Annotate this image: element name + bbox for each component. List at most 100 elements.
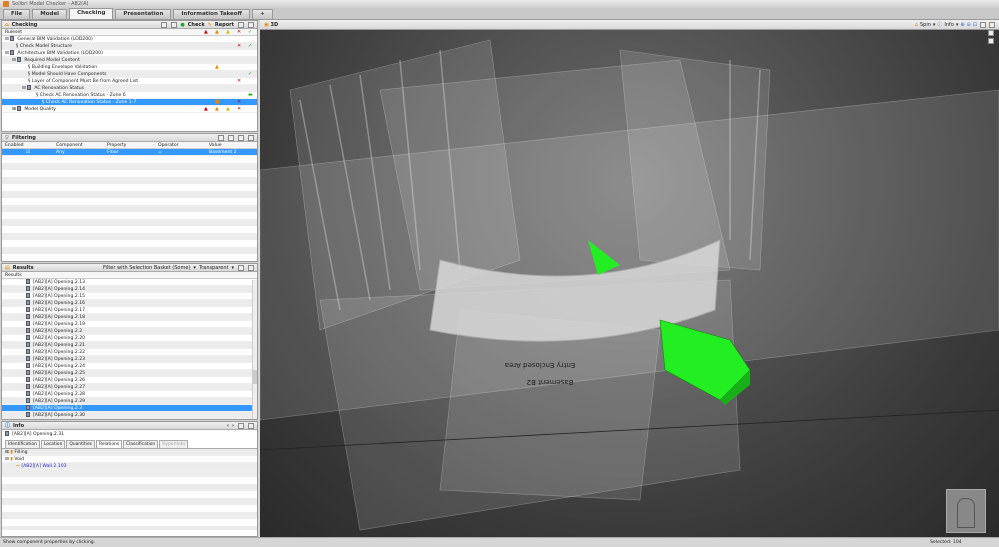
result-item[interactable]: [AB2][A] Opening.2.22 — [2, 349, 257, 356]
result-item[interactable]: [AB2][A] Opening.2.19 — [2, 321, 257, 328]
result-item[interactable]: [AB2][A] Opening.2.25 — [2, 370, 257, 377]
result-item[interactable]: [AB2][A] Opening.2.14 — [2, 286, 257, 293]
zoom-out-icon[interactable]: ⊖ — [967, 22, 971, 28]
component-icon — [26, 335, 30, 340]
maximize-icon[interactable] — [989, 21, 995, 28]
tab-model[interactable]: Model — [32, 9, 68, 19]
tab-identification[interactable]: Identification — [5, 440, 40, 448]
result-item[interactable]: [AB2][A] Opening.2.28 — [2, 391, 257, 398]
check-icon[interactable]: ● — [180, 22, 184, 28]
report-icon: ✎ — [207, 21, 212, 28]
result-item[interactable]: [AB2][A] Opening.2.24 — [2, 363, 257, 370]
ruleset-row[interactable]: ⊞ Model Quality ▲ ▲ ▲ ✕ — [2, 106, 257, 113]
minimize-icon[interactable] — [980, 21, 986, 28]
ruleset-row[interactable]: ⊟ Required Model Content — [2, 57, 257, 64]
3d-viewport[interactable]: Entry Enclosed Area Basement B2 — [259, 30, 999, 537]
maximize-icon[interactable] — [248, 422, 254, 429]
result-item[interactable]: [AB2][A] Opening.2.16 — [2, 300, 257, 307]
component-icon — [26, 391, 30, 396]
info-dropdown[interactable]: Info — [944, 22, 953, 28]
component-icon — [26, 342, 30, 347]
result-item[interactable]: [AB2][A] Opening.2.3 — [2, 405, 257, 412]
ruleset-row[interactable]: § Check AC Renovation Status - Zone 6 ▬ — [2, 92, 257, 99]
spin-dropdown[interactable]: Spin — [920, 22, 931, 28]
ruleset-row[interactable]: ⊟ Architecture BIM Validation (LOD200) — [2, 50, 257, 57]
tab-presentation[interactable]: Presentation — [115, 9, 172, 19]
enabled-checkbox[interactable]: ☑ — [26, 149, 30, 156]
filter-dropdown[interactable]: Filter with Selection Basket (Some) — [103, 265, 190, 271]
result-item[interactable]: [AB2][A] Opening.2.13 — [2, 279, 257, 286]
info-icon: ⓘ — [937, 22, 943, 28]
checking-icon: ⌂ — [5, 21, 9, 28]
save-icon[interactable] — [171, 21, 178, 28]
ruleset-row-selected[interactable]: § Check AC Renovation Status - Zone 1-7 ■… — [2, 99, 257, 106]
relation-void[interactable]: ⊟ ▮ Void — [2, 456, 257, 463]
remove-icon[interactable] — [228, 134, 234, 141]
panel-title: Results — [12, 264, 34, 271]
results-panel: ▤ Results Filter with Selection Basket (So… — [1, 263, 258, 420]
relation-filling[interactable]: ⊞ ▮ Filling — [2, 449, 257, 456]
result-item[interactable]: [AB2][A] Opening.2.26 — [2, 377, 257, 384]
ruleset-row[interactable]: § Layer of Component Must Be from Agreed… — [2, 78, 257, 85]
results-scrollbar[interactable] — [252, 280, 257, 419]
result-item[interactable]: [AB2][A] Opening.2.27 — [2, 384, 257, 391]
report-button[interactable]: Report — [215, 22, 234, 28]
open-icon[interactable] — [161, 21, 168, 28]
result-item[interactable]: [AB2][A] Opening.2.15 — [2, 293, 257, 300]
add-tab-button[interactable]: + — [252, 9, 273, 19]
check-button[interactable]: Check — [188, 22, 205, 28]
back-icon[interactable]: ‹ — [227, 423, 229, 429]
component-icon — [26, 398, 30, 403]
component-icon — [26, 405, 30, 410]
ruleset-row[interactable]: § Check Model Structure ✕ ✓ — [2, 43, 257, 50]
maximize-icon[interactable] — [248, 21, 254, 28]
tab-information-takeoff[interactable]: Information Takeoff — [173, 9, 251, 19]
tab-relations[interactable]: Relations — [95, 440, 123, 448]
result-item[interactable]: [AB2][A] Opening.2.29 — [2, 398, 257, 405]
result-item[interactable]: [AB2][A] Opening.2.20 — [2, 335, 257, 342]
result-item[interactable]: [AB2][A] Opening.2.21 — [2, 342, 257, 349]
view-side-toolbar[interactable] — [987, 30, 997, 90]
result-item[interactable]: [AB2][A] Opening.2.2 — [2, 328, 257, 335]
results-list[interactable]: [AB2][A] Opening.2.13 [AB2][A] Opening.2.… — [2, 279, 257, 419]
ruleset-row[interactable]: § Building Envelope Validation ▲ — [2, 64, 257, 71]
info-icon: ⓘ — [5, 423, 11, 429]
tab-quantities[interactable]: Quantities — [66, 440, 95, 448]
ruleset-row[interactable]: § Model Should Have Components ✓ — [2, 71, 257, 78]
col-value: Value — [209, 143, 222, 148]
result-item[interactable]: [AB2][A] Opening.2.17 — [2, 307, 257, 314]
tab-hyperlinks[interactable]: Hyperlinks — [159, 440, 189, 448]
zoom-in-icon[interactable]: ⊕ — [960, 22, 964, 28]
maximize-icon[interactable] — [248, 134, 254, 141]
rejected-icon: ✕ — [237, 29, 242, 35]
minimize-icon[interactable] — [238, 422, 244, 429]
minimize-icon[interactable] — [238, 21, 244, 28]
low-icon: ▲ — [226, 29, 230, 35]
relation-wall-link[interactable]: ⇨ [AB2][A] Wall.2.103 — [2, 463, 257, 470]
navigation-cube[interactable] — [946, 489, 986, 533]
tab-file[interactable]: File — [3, 9, 31, 19]
results-header: Results — [5, 273, 22, 278]
filter-row[interactable]: ☑ Any Floor = Basement 2 — [2, 149, 257, 156]
panel-title: Filtering — [11, 134, 36, 141]
visibility-dropdown[interactable]: Transparent — [199, 265, 229, 271]
tab-location[interactable]: Location — [40, 440, 66, 448]
forward-icon[interactable]: › — [232, 423, 234, 429]
minimize-icon[interactable] — [238, 264, 244, 271]
ruleset-row[interactable]: ⊟ AC Renovation Status — [2, 85, 257, 92]
result-item[interactable]: [AB2][A] Opening.2.18 — [2, 314, 257, 321]
result-item[interactable]: [AB2][A] Opening.2.30 — [2, 412, 257, 419]
minimize-icon[interactable] — [238, 134, 244, 141]
add-icon[interactable] — [218, 134, 224, 141]
component-icon — [26, 286, 30, 291]
space-label: Entry Enclosed Area — [505, 361, 576, 369]
component-icon — [26, 370, 30, 375]
tab-classification[interactable]: Classification — [123, 440, 159, 448]
maximize-icon[interactable] — [248, 264, 254, 271]
home-icon[interactable]: ⌂ — [915, 22, 918, 28]
info-component: [AB2][A] Opening.2.31 — [2, 430, 257, 438]
result-item[interactable]: [AB2][A] Opening.2.23 — [2, 356, 257, 363]
ruleset-row[interactable]: ⊟ General BIM Validation (LOD200) — [2, 36, 257, 43]
tab-checking[interactable]: Checking — [69, 8, 114, 19]
zoom-fit-icon[interactable]: ⊡ — [973, 22, 977, 28]
